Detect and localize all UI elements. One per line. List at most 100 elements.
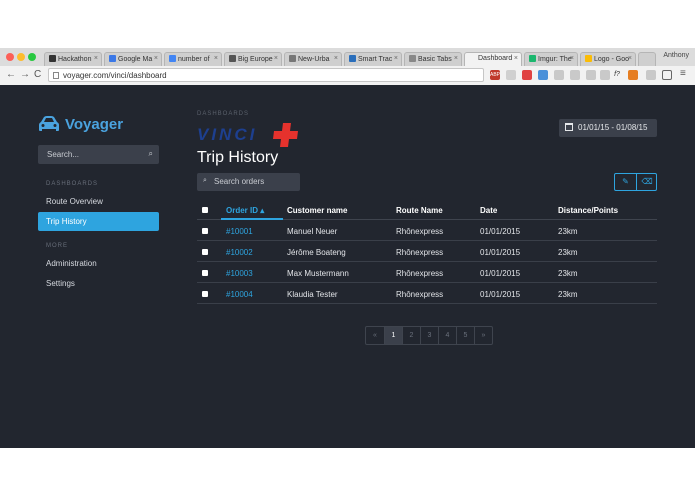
select-all-checkbox[interactable] [202, 207, 208, 213]
close-tab-icon[interactable]: × [154, 55, 158, 62]
sidebar-item-settings[interactable]: Settings [38, 274, 159, 293]
close-tab-icon[interactable]: × [334, 55, 338, 62]
browser-chrome: Hackathon × Google Ma × number of × Big Eur… [0, 48, 695, 85]
customer-name: Jérôme Boateng [287, 248, 346, 257]
tab-label: Google Ma [118, 56, 153, 63]
close-tab-icon[interactable]: × [514, 55, 518, 62]
extension-icon[interactable] [628, 70, 638, 80]
browser-tab[interactable]: Big Europe × [224, 52, 282, 66]
extension-icon[interactable] [586, 70, 596, 80]
route-name: Rhônexpress [396, 227, 444, 236]
table-header-row: Order ID ▴ Customer name Route Name Date… [197, 199, 657, 220]
cast-icon[interactable] [662, 70, 672, 80]
browser-tab[interactable]: New-Urba × [284, 52, 342, 66]
back-arrow-icon[interactable]: ← [6, 69, 16, 80]
search-icon[interactable]: ⌕ [149, 149, 153, 159]
menu-icon[interactable]: ≡ [680, 68, 686, 79]
pagination-page-5[interactable]: 5 [456, 327, 474, 344]
row-checkbox[interactable] [202, 291, 208, 297]
close-tab-icon[interactable]: × [214, 55, 218, 62]
browser-tab[interactable]: Imgur: The × [524, 52, 578, 66]
close-tab-icon[interactable]: × [628, 55, 632, 62]
row-checkbox[interactable] [202, 228, 208, 234]
extension-icon[interactable] [570, 70, 580, 80]
close-window-icon[interactable] [6, 53, 14, 61]
column-header-customer-name[interactable]: Customer name [287, 206, 347, 215]
page-title: Trip History [197, 149, 279, 166]
order-id-link[interactable]: #10003 [226, 269, 253, 278]
route-name: Rhônexpress [396, 248, 444, 257]
address-bar[interactable]: voyager.com/vinci/dashboard [48, 68, 484, 82]
tab-favicon-icon [169, 55, 176, 62]
adblock-extension-icon[interactable]: ABP [490, 70, 500, 80]
browser-tab[interactable]: Hackathon × [44, 52, 102, 66]
browser-user-name[interactable]: Anthony [663, 52, 689, 59]
delete-backspace-icon[interactable]: ⌫ [636, 174, 657, 190]
date-range-value: 01/01/15 - 01/08/15 [578, 123, 648, 132]
tab-favicon-icon [529, 55, 536, 62]
browser-tab[interactable]: Smart Trac × [344, 52, 402, 66]
order-id-link[interactable]: #10002 [226, 248, 253, 257]
trip-date: 01/01/2015 [480, 248, 521, 257]
row-checkbox[interactable] [202, 249, 208, 255]
browser-tab[interactable]: Basic Tabs × [404, 52, 462, 66]
tab-favicon-icon [289, 55, 296, 62]
extension-icon[interactable] [554, 70, 564, 80]
tab-bar: Hackathon × Google Ma × number of × Big Eur… [0, 48, 695, 66]
new-tab-button[interactable] [638, 52, 656, 66]
maximize-window-icon[interactable] [28, 53, 36, 61]
date-range-picker[interactable]: 01/01/15 - 01/08/15 [559, 119, 657, 137]
pagination-next[interactable]: » [474, 327, 492, 344]
sidebar-item-route-overview[interactable]: Route Overview [38, 192, 159, 211]
column-header-date[interactable]: Date [480, 206, 497, 215]
extension-icon[interactable] [522, 70, 532, 80]
reload-icon[interactable]: C [34, 69, 41, 80]
pagination-page-1[interactable]: 1 [384, 327, 402, 344]
table-row[interactable]: #10004 Klaudia Tester Rhônexpress 01/01/… [197, 283, 657, 304]
order-id-link[interactable]: #10004 [226, 290, 253, 299]
close-tab-icon[interactable]: × [570, 55, 574, 62]
page-icon [53, 72, 59, 79]
browser-tab[interactable]: Logo - Goo × [580, 52, 636, 66]
pagination-page-4[interactable]: 4 [438, 327, 456, 344]
pagination-page-2[interactable]: 2 [402, 327, 420, 344]
forward-arrow-icon[interactable]: → [20, 69, 30, 80]
column-header-route-name[interactable]: Route Name [396, 206, 443, 215]
close-tab-icon[interactable]: × [394, 55, 398, 62]
table-row[interactable]: #10001 Manuel Neuer Rhônexpress 01/01/20… [197, 220, 657, 241]
table-row[interactable]: #10003 Max Mustermann Rhônexpress 01/01/… [197, 262, 657, 283]
sidebar-item-trip-history[interactable]: Trip History [38, 212, 159, 231]
sidebar-search-input[interactable]: Search... ⌕ [38, 145, 159, 164]
search-orders-placeholder: Search orders [214, 177, 265, 186]
edit-pencil-icon[interactable]: ✎ [615, 174, 636, 190]
pagination: « 1 2 3 4 5 » [365, 326, 493, 345]
minimize-window-icon[interactable] [17, 53, 25, 61]
section-label-more: MORE [46, 243, 68, 249]
close-tab-icon[interactable]: × [454, 55, 458, 62]
order-id-link[interactable]: #10001 [226, 227, 253, 236]
font-extension-icon[interactable]: f? [612, 70, 622, 80]
browser-tab[interactable]: Google Ma × [104, 52, 162, 66]
tab-favicon-icon [109, 55, 116, 62]
close-tab-icon[interactable]: × [274, 55, 278, 62]
browser-tab[interactable]: number of × [164, 52, 222, 66]
row-checkbox[interactable] [202, 270, 208, 276]
pagination-page-3[interactable]: 3 [420, 327, 438, 344]
extension-icon[interactable] [600, 70, 610, 80]
extension-icon[interactable] [506, 70, 516, 80]
trip-distance: 23km [558, 227, 578, 236]
extension-icon[interactable] [646, 70, 656, 80]
extension-icon[interactable] [538, 70, 548, 80]
trip-distance: 23km [558, 290, 578, 299]
tab-favicon-icon [349, 55, 356, 62]
close-tab-icon[interactable]: × [94, 55, 98, 62]
address-bar-url: voyager.com/vinci/dashboard [63, 71, 167, 80]
table-row[interactable]: #10002 Jérôme Boateng Rhônexpress 01/01/… [197, 241, 657, 262]
column-header-distance[interactable]: Distance/Points [558, 206, 618, 215]
sidebar: Voyager Search... ⌕ DASHBOARDS Route Ove… [0, 85, 178, 448]
browser-tab-active[interactable]: Dashboard × [464, 52, 522, 66]
sidebar-item-administration[interactable]: Administration [38, 254, 159, 273]
pagination-prev[interactable]: « [366, 327, 384, 344]
search-orders-input[interactable]: ⌕ Search orders [197, 173, 300, 191]
column-header-order-id[interactable]: Order ID ▴ [226, 206, 264, 215]
